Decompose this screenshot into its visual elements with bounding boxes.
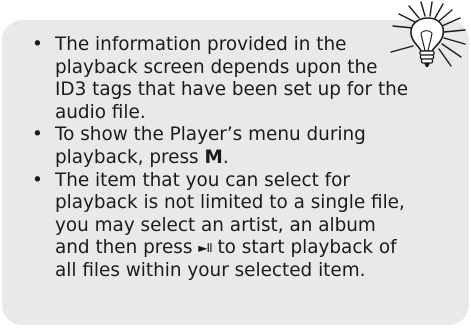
tip-item-id3-tags: The information provided in the playback…	[32, 34, 412, 124]
tip-list: The information provided in the playback…	[32, 34, 412, 283]
menu-key-label: M	[204, 146, 223, 168]
tip-item-player-menu: To show the Player’s menu during playbac…	[32, 124, 412, 169]
play-pause-icon: ►II	[198, 241, 212, 256]
tip-item-id3-tags-text: The information provided in the playback…	[55, 34, 409, 123]
tip-item-player-menu-end: .	[222, 146, 229, 168]
tip-item-select-playback: The item that you can select for playbac…	[32, 170, 412, 283]
